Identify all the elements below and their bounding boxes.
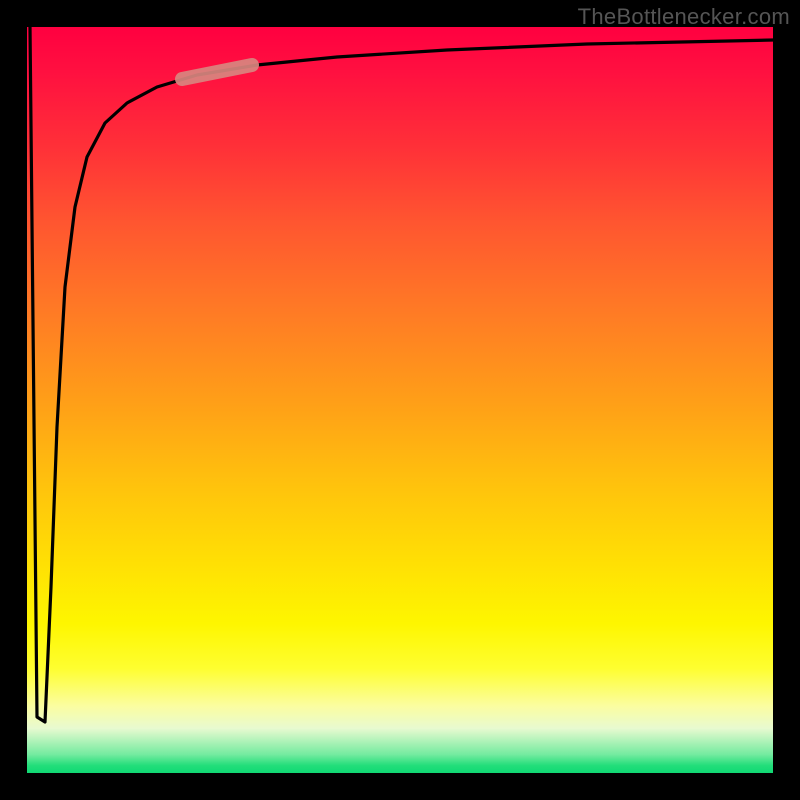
highlight-segment: [182, 65, 252, 79]
chart-area: [27, 27, 773, 773]
brand-watermark: TheBottlenecker.com: [578, 4, 790, 30]
curve-path: [30, 27, 773, 722]
bottleneck-curve: [27, 27, 773, 773]
